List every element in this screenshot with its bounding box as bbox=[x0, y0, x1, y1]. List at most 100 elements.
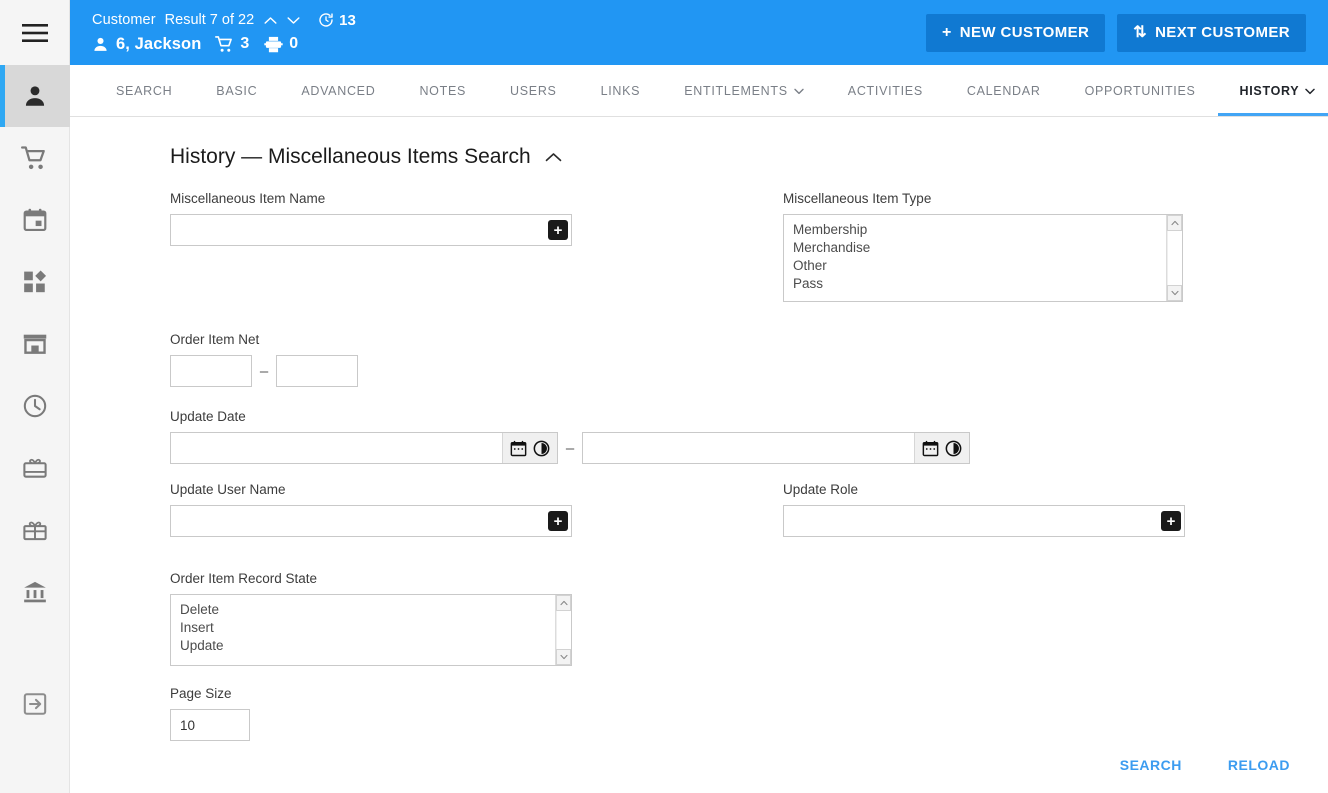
scrollbar-track[interactable] bbox=[556, 611, 571, 649]
tab-calendar[interactable]: CALENDAR bbox=[945, 65, 1063, 116]
tab-entitlements[interactable]: ENTITLEMENTS bbox=[662, 65, 826, 116]
chevron-down-icon bbox=[287, 16, 300, 24]
apps-grid-icon bbox=[23, 270, 46, 293]
list-item[interactable]: Other bbox=[793, 257, 1166, 275]
list-item[interactable]: Update bbox=[180, 637, 555, 655]
update-date-to-input[interactable] bbox=[583, 433, 914, 463]
list-item[interactable]: Membership bbox=[793, 221, 1166, 239]
list-item[interactable]: Delete bbox=[180, 601, 555, 619]
logout-icon bbox=[23, 693, 46, 715]
misc-item-name-input[interactable] bbox=[170, 214, 572, 246]
recent-history-button[interactable]: 13 bbox=[318, 12, 356, 29]
tab-label: ACTIVITIES bbox=[847, 83, 923, 98]
record-header-actions: + NEW CUSTOMER ⇅ NEXT CUSTOMER bbox=[925, 13, 1306, 52]
sidebar-item-history[interactable] bbox=[0, 375, 70, 437]
new-customer-button[interactable]: + NEW CUSTOMER bbox=[925, 13, 1106, 52]
tab-advanced[interactable]: ADVANCED bbox=[279, 65, 397, 116]
update-user-name-lookup-button[interactable]: + bbox=[548, 511, 568, 531]
form-col-right: Update Role + bbox=[783, 482, 1300, 555]
cart-metric[interactable]: 3 bbox=[215, 35, 249, 54]
result-counter: Result 7 of 22 bbox=[164, 12, 255, 28]
scroll-up-button[interactable] bbox=[556, 595, 571, 611]
tab-users[interactable]: USERS bbox=[488, 65, 579, 116]
update-user-name-input[interactable] bbox=[170, 505, 572, 537]
chevron-down-icon bbox=[1170, 290, 1179, 296]
previous-result-button[interactable] bbox=[263, 13, 277, 27]
tab-basic[interactable]: BASIC bbox=[194, 65, 279, 116]
next-result-button[interactable] bbox=[286, 13, 300, 27]
order-item-net-to-input[interactable] bbox=[276, 355, 358, 387]
sidebar-item-orders[interactable] bbox=[0, 127, 70, 189]
scroll-up-button[interactable] bbox=[1167, 215, 1182, 231]
list-item[interactable]: Pass bbox=[793, 275, 1166, 293]
shopping-cart-icon bbox=[215, 35, 233, 52]
sidebar-item-store[interactable] bbox=[0, 313, 70, 375]
clock-icon bbox=[533, 440, 550, 456]
entity-label: Customer bbox=[92, 12, 156, 28]
misc-item-type-scrollbar[interactable] bbox=[1166, 215, 1182, 301]
hamburger-menu-icon bbox=[21, 23, 48, 42]
misc-item-type-listbox[interactable]: Membership Merchandise Other Pass bbox=[783, 214, 1183, 302]
tab-links[interactable]: LINKS bbox=[579, 65, 663, 116]
sidebar-item-calendar[interactable] bbox=[0, 189, 70, 251]
calendar-icon bbox=[23, 208, 46, 232]
field-order-item-record-state: Order Item Record State Delete Insert Up… bbox=[170, 571, 1300, 666]
order-item-net-from-input[interactable] bbox=[170, 355, 252, 387]
sidebar-item-gifts[interactable] bbox=[0, 499, 70, 561]
order-item-record-state-listbox[interactable]: Delete Insert Update bbox=[170, 594, 572, 666]
sidebar-item-products[interactable] bbox=[0, 251, 70, 313]
field-label: Update Date bbox=[170, 409, 246, 424]
scroll-down-button[interactable] bbox=[556, 649, 571, 665]
field-label: Miscellaneous Item Name bbox=[170, 191, 326, 206]
order-item-record-state-options: Delete Insert Update bbox=[171, 595, 555, 665]
scroll-down-button[interactable] bbox=[1167, 285, 1182, 301]
tab-search[interactable]: SEARCH bbox=[94, 65, 194, 116]
tab-history[interactable]: HISTORY bbox=[1217, 65, 1328, 116]
misc-item-name-lookup-button[interactable]: + bbox=[548, 220, 568, 240]
search-button[interactable]: SEARCH bbox=[1110, 749, 1192, 781]
main-column: Customer Result 7 of 22 13 6, Jackson 3 … bbox=[70, 0, 1328, 793]
print-metric[interactable]: 0 bbox=[264, 35, 298, 54]
page-size-input[interactable] bbox=[170, 709, 250, 741]
list-item[interactable]: Insert bbox=[180, 619, 555, 637]
tab-label: SEARCH bbox=[116, 83, 173, 98]
reload-button[interactable]: RELOAD bbox=[1218, 749, 1300, 781]
list-item[interactable]: Merchandise bbox=[793, 239, 1166, 257]
update-date-from-calendar-button[interactable] bbox=[510, 440, 527, 457]
record-header-top-row: Customer Result 7 of 22 13 bbox=[92, 10, 356, 31]
chevron-up-icon bbox=[264, 16, 277, 24]
update-date-from-time-button[interactable] bbox=[533, 440, 550, 457]
tab-label: HISTORY bbox=[1239, 83, 1300, 98]
clock-icon bbox=[23, 394, 46, 418]
tab-notes[interactable]: NOTES bbox=[397, 65, 488, 116]
tab-activities[interactable]: ACTIVITIES bbox=[826, 65, 945, 116]
store-icon bbox=[23, 334, 46, 354]
hamburger-menu-button[interactable] bbox=[0, 0, 70, 65]
tab-label: BASIC bbox=[216, 83, 258, 98]
next-customer-button[interactable]: ⇅ NEXT CUSTOMER bbox=[1117, 13, 1306, 52]
sidebar-item-accounting[interactable] bbox=[0, 561, 70, 623]
update-date-to-calendar-button[interactable] bbox=[922, 440, 939, 457]
tab-label: ENTITLEMENTS bbox=[684, 83, 788, 98]
update-date-to-time-button[interactable] bbox=[945, 440, 962, 457]
calendar-icon bbox=[510, 440, 527, 456]
field-label: Order Item Net bbox=[170, 332, 260, 347]
sidebar-item-customer[interactable] bbox=[0, 65, 70, 127]
chevron-down-icon bbox=[1305, 88, 1316, 95]
sidebar-item-logout[interactable] bbox=[0, 673, 70, 735]
bank-icon bbox=[23, 581, 46, 603]
update-role-lookup-button[interactable]: + bbox=[1161, 511, 1181, 531]
scrollbar-track[interactable] bbox=[1167, 231, 1182, 285]
tab-opportunities[interactable]: OPPORTUNITIES bbox=[1063, 65, 1218, 116]
tab-label: ADVANCED bbox=[301, 83, 376, 98]
update-date-to-buttons bbox=[914, 433, 969, 463]
order-item-record-state-scrollbar[interactable] bbox=[555, 595, 571, 665]
field-misc-item-type: Miscellaneous Item Type Membership Merch… bbox=[783, 191, 1300, 302]
sidebar-item-gift-cards[interactable] bbox=[0, 437, 70, 499]
collapse-section-button[interactable] bbox=[545, 152, 562, 163]
form-col-left: Miscellaneous Item Name + bbox=[170, 191, 783, 320]
update-date-from-input[interactable] bbox=[171, 433, 502, 463]
page-title: History — Miscellaneous Items Search bbox=[170, 145, 531, 168]
update-role-input[interactable] bbox=[783, 505, 1185, 537]
tab-label: OPPORTUNITIES bbox=[1084, 83, 1196, 98]
